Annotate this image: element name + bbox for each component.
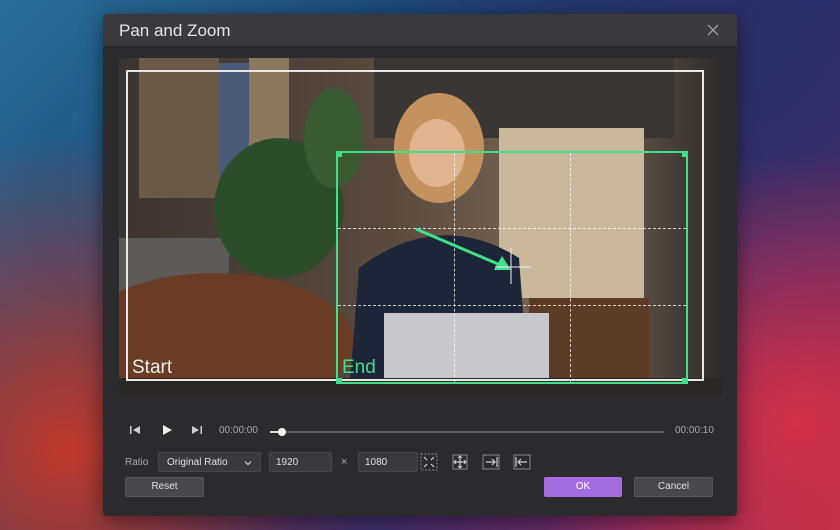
move-center-icon[interactable] (450, 452, 470, 472)
dialog-titlebar: Pan and Zoom (103, 14, 737, 46)
dimension-separator: × (341, 456, 348, 468)
align-right-icon[interactable] (481, 452, 501, 472)
ratio-label: Ratio (125, 457, 149, 468)
cancel-button[interactable]: Cancel (634, 477, 713, 497)
fit-inward-icon[interactable] (419, 452, 439, 472)
play-icon[interactable] (159, 422, 175, 438)
skip-back-icon[interactable] (127, 422, 143, 438)
ratio-row: Ratio Original Ratio × (103, 452, 737, 474)
width-input[interactable] (269, 452, 332, 472)
align-left-icon[interactable] (512, 452, 532, 472)
video-preview[interactable]: Start End (119, 58, 722, 395)
playback-controls: 00:00:00 00:00:10 (103, 419, 737, 443)
chevron-down-icon (244, 461, 252, 466)
height-input[interactable] (358, 452, 418, 472)
pan-zoom-dialog: Pan and Zoom Start End 00:00:00 00:00:10… (103, 14, 737, 516)
skip-forward-icon[interactable] (189, 422, 205, 438)
dialog-title: Pan and Zoom (119, 21, 231, 40)
reset-button[interactable]: Reset (125, 477, 204, 497)
pan-direction-arrow-icon (415, 227, 531, 284)
ratio-selected-value: Original Ratio (167, 457, 228, 468)
current-time: 00:00:00 (219, 425, 258, 436)
timeline-thumb[interactable] (277, 428, 286, 436)
close-icon[interactable] (705, 22, 721, 38)
timeline-slider[interactable] (270, 428, 664, 436)
ratio-select[interactable]: Original Ratio (158, 452, 261, 472)
total-time: 00:00:10 (675, 425, 714, 436)
ok-button[interactable]: OK (544, 477, 622, 497)
